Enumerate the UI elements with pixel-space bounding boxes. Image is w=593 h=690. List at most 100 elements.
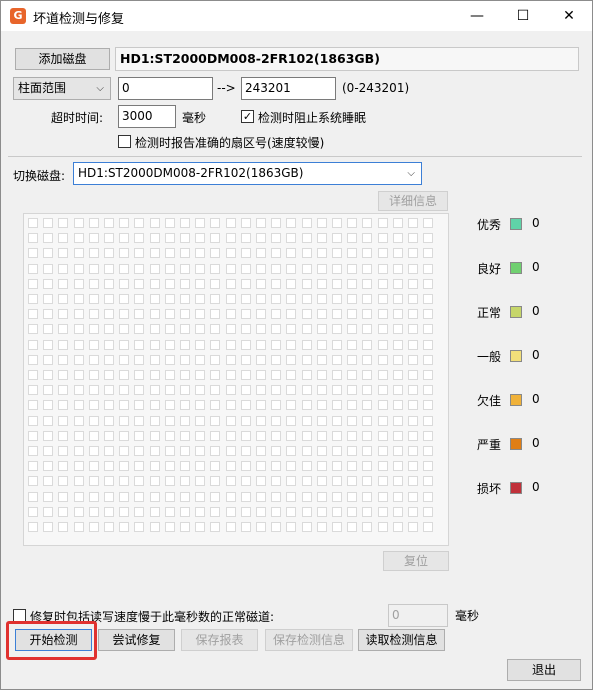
- sector-cell: [73, 446, 84, 456]
- sector-cell: [332, 294, 342, 304]
- report-sector-checkbox[interactable]: [118, 135, 131, 148]
- sector-cell: [377, 400, 388, 411]
- close-icon[interactable]: ✕: [546, 1, 592, 31]
- try-repair-button[interactable]: 尝试修复: [98, 629, 175, 651]
- sector-cell: [73, 309, 84, 320]
- sector-cell: [240, 370, 251, 380]
- save-report-button[interactable]: 保存报表: [181, 629, 258, 651]
- sector-cell: [58, 370, 69, 380]
- sector-cell: [256, 491, 266, 502]
- switch-disk-select[interactable]: HD1:ST2000DM008-2FR102(1863GB) ⌵: [73, 162, 422, 185]
- sector-cell: [73, 248, 84, 259]
- sector-cell: [240, 461, 251, 472]
- sector-cell: [210, 506, 221, 517]
- sector-cell: [423, 415, 434, 426]
- sector-cell: [286, 430, 297, 441]
- save-scan-info-button[interactable]: 保存检测信息: [265, 629, 353, 651]
- minimize-icon[interactable]: —: [454, 1, 500, 31]
- legend-swatch: [510, 394, 522, 406]
- sector-cell: [377, 354, 388, 365]
- sector-cell: [347, 522, 358, 532]
- sector-cell: [195, 385, 206, 396]
- sector-cell: [347, 248, 358, 259]
- sector-cell: [301, 522, 312, 532]
- sector-cell: [377, 278, 388, 289]
- sector-cell: [73, 218, 84, 228]
- sector-cell: [240, 233, 251, 244]
- sector-cell: [119, 370, 130, 380]
- add-disk-button[interactable]: 添加磁盘: [15, 48, 110, 70]
- sector-cell: [316, 491, 327, 502]
- sector-cell: [58, 263, 69, 274]
- reset-button[interactable]: 复位: [383, 551, 449, 571]
- sector-cell: [256, 385, 266, 396]
- sector-cell: [392, 354, 403, 365]
- sector-cell: [104, 354, 114, 365]
- sector-cell: [88, 522, 99, 532]
- range-end-input[interactable]: 243201: [241, 77, 336, 100]
- sector-cell: [332, 278, 342, 289]
- sector-cell: [180, 294, 190, 304]
- sector-cell: [210, 400, 221, 411]
- sector-cell: [88, 218, 99, 228]
- sector-cell: [316, 339, 327, 350]
- sector-cell: [362, 218, 373, 228]
- sector-cell: [301, 430, 312, 441]
- sector-cell: [240, 324, 251, 335]
- sector-cell: [256, 324, 266, 335]
- sector-map: [23, 213, 449, 546]
- timeout-input[interactable]: 3000: [118, 105, 176, 128]
- sector-cell: [164, 263, 175, 274]
- sector-cell: [134, 461, 145, 472]
- load-scan-info-button[interactable]: 读取检测信息: [358, 629, 445, 651]
- legend-count: 0: [532, 480, 540, 494]
- sector-cell: [392, 233, 403, 244]
- sector-cell: [119, 278, 130, 289]
- sector-cell: [377, 294, 388, 304]
- prevent-sleep-checkbox[interactable]: ✓: [241, 110, 254, 123]
- sector-cell: [316, 385, 327, 396]
- sector-cell: [316, 309, 327, 320]
- chevron-down-icon: ⌵: [96, 83, 104, 94]
- sector-cell: [88, 370, 99, 380]
- range-mode-select[interactable]: 柱面范围 ⌵: [13, 77, 111, 100]
- sector-cell: [316, 370, 327, 380]
- exit-button[interactable]: 退出: [507, 659, 581, 681]
- maximize-icon[interactable]: ☐: [500, 1, 546, 31]
- sector-cell: [149, 370, 160, 380]
- sector-cell: [301, 370, 312, 380]
- sector-cell: [28, 491, 38, 502]
- sector-cell: [332, 400, 342, 411]
- sector-cell: [332, 218, 342, 228]
- sector-cell: [408, 385, 418, 396]
- legend-count: 0: [532, 260, 540, 274]
- sector-cell: [164, 248, 175, 259]
- sector-cell: [240, 294, 251, 304]
- sector-cell: [408, 233, 418, 244]
- sector-cell: [362, 506, 373, 517]
- sector-cell: [362, 309, 373, 320]
- range-start-input[interactable]: 0: [118, 77, 213, 100]
- sector-cell: [240, 278, 251, 289]
- sector-cell: [73, 233, 84, 244]
- sector-cell: [332, 476, 342, 487]
- sector-cell: [134, 324, 145, 335]
- slow-track-input[interactable]: 0: [388, 604, 448, 627]
- sector-cell: [164, 354, 175, 365]
- sector-cell: [180, 491, 190, 502]
- sector-cell: [408, 309, 418, 320]
- sector-cell: [347, 506, 358, 517]
- sector-cell: [195, 446, 206, 456]
- sector-cell: [73, 476, 84, 487]
- sector-cell: [347, 370, 358, 380]
- sector-cell: [286, 263, 297, 274]
- sector-cell: [195, 476, 206, 487]
- sector-cell: [88, 506, 99, 517]
- sector-cell: [104, 370, 114, 380]
- sector-cell: [316, 294, 327, 304]
- sector-cell: [408, 370, 418, 380]
- sector-cell: [210, 354, 221, 365]
- detail-info-button[interactable]: 详细信息: [378, 191, 448, 211]
- sector-cell: [104, 248, 114, 259]
- sector-cell: [316, 324, 327, 335]
